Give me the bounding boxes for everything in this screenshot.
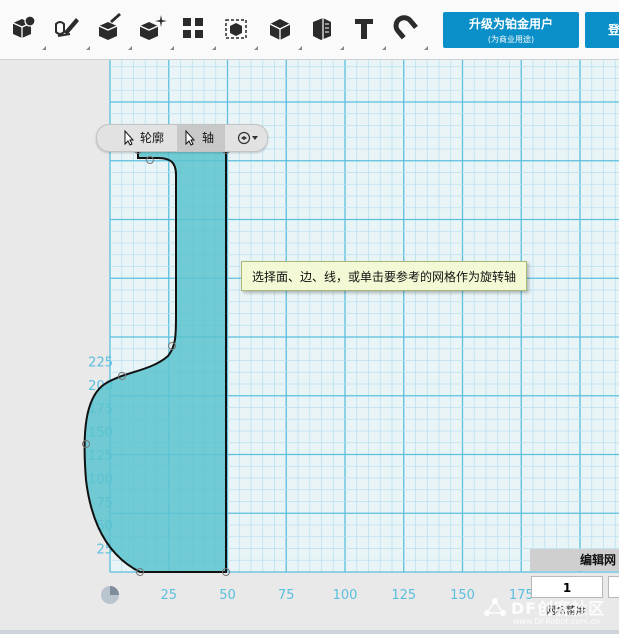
status-strip — [0, 630, 619, 634]
x-tick-label: 25 — [160, 588, 177, 603]
x-tick-label: 75 — [278, 588, 295, 603]
watermark-text: DF创客社区 — [511, 599, 606, 618]
edit-grid-title: 编辑网 — [530, 549, 619, 571]
revolve-selection-toolbar: 轮廓 轴 — [96, 124, 268, 152]
axis-label: 轴 — [202, 131, 215, 145]
grid: 2550751001251501752550751001251501752002… — [82, 60, 619, 604]
grouping-icon[interactable] — [218, 10, 258, 50]
watermark-url: www.DFRobot.com.cn — [513, 617, 601, 626]
axis-button[interactable]: 轴 — [177, 125, 225, 151]
construct-icon[interactable] — [92, 10, 132, 50]
watermark: DF创客社区 www.DFRobot.com.cn — [478, 589, 618, 629]
primitives-icon[interactable] — [6, 10, 46, 50]
profile-button[interactable]: 轮廓 — [117, 125, 175, 151]
watermark-logo-icon — [484, 598, 506, 616]
upgrade-button[interactable]: 升级为铂金用户 (为商业用途) — [443, 12, 579, 48]
x-tick-label: 100 — [333, 588, 358, 603]
modify-icon[interactable] — [134, 10, 174, 50]
combine-icon[interactable] — [262, 10, 302, 50]
snap-icon[interactable] — [388, 10, 428, 50]
x-tick-label: 150 — [450, 588, 475, 603]
cursor-icon — [124, 130, 134, 146]
main-toolbar: 升级为铂金用户 (为商业用途) 登 — [0, 0, 619, 60]
upgrade-label: 升级为铂金用户 — [468, 17, 553, 31]
y-tick-label: 225 — [88, 355, 113, 370]
sketch-icon[interactable] — [50, 10, 90, 50]
login-button[interactable]: 登 — [585, 12, 619, 48]
axis-tooltip: 选择面、边、线，或单击要参考的网格作为旋转轴 — [241, 261, 527, 291]
text-icon[interactable] — [346, 10, 386, 50]
origin-marker-quadrant — [110, 586, 119, 595]
sketch-canvas[interactable]: 2550751001251501752550751001251501752002… — [0, 60, 619, 634]
options-dropdown[interactable] — [231, 125, 265, 151]
measure-icon[interactable] — [304, 10, 344, 50]
x-tick-label: 50 — [219, 588, 236, 603]
options-icon — [237, 131, 258, 145]
pattern-icon[interactable] — [176, 10, 216, 50]
cursor-icon — [185, 130, 195, 146]
profile-label: 轮廓 — [140, 131, 165, 145]
upgrade-sublabel: (为商业用途) — [487, 35, 535, 44]
x-tick-label: 125 — [391, 588, 416, 603]
